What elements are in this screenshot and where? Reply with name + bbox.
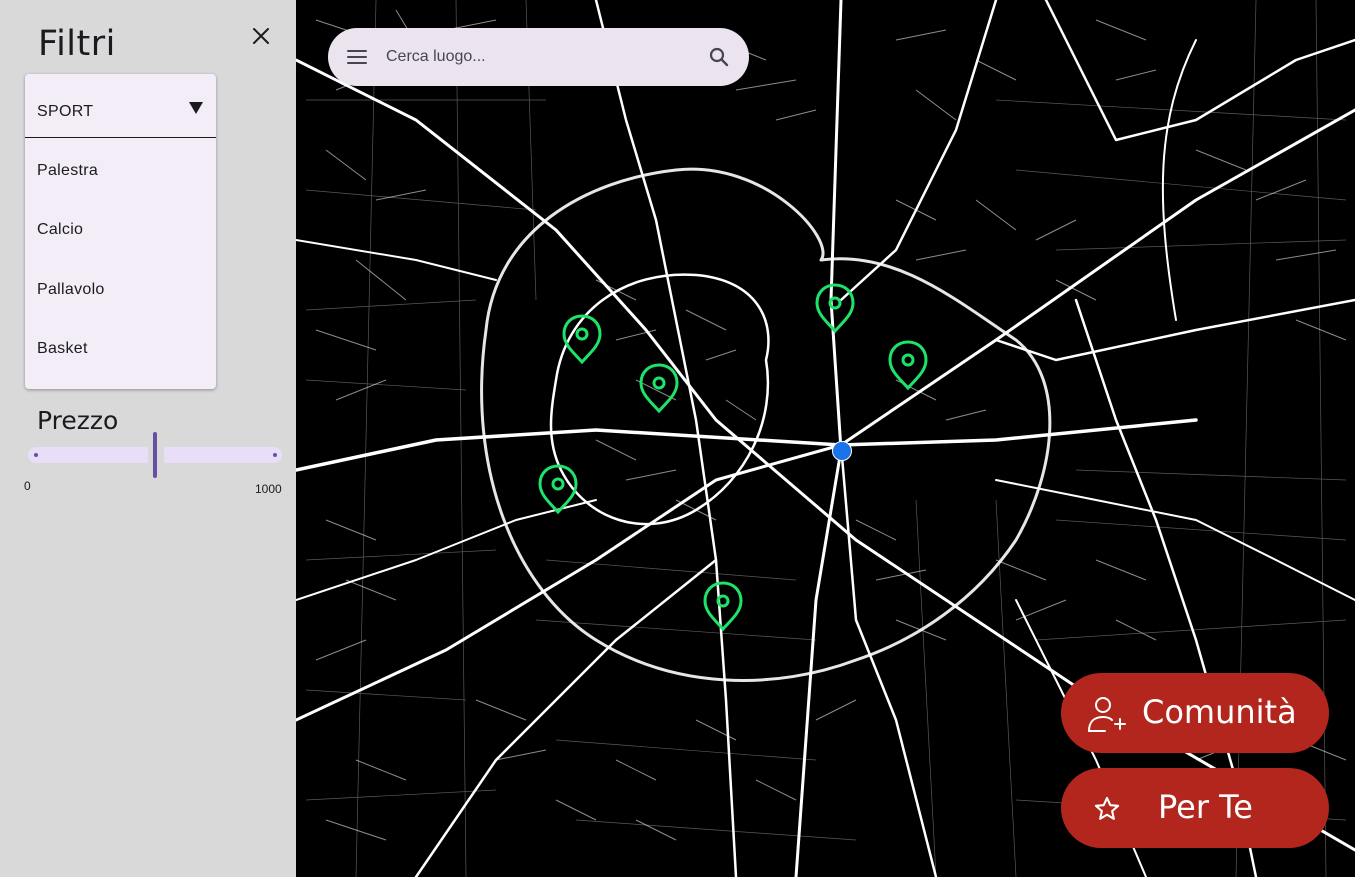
star-icon [1094, 796, 1120, 820]
menu-button[interactable] [345, 45, 369, 69]
slider-thumb[interactable] [153, 432, 157, 478]
price-label: Prezzo [37, 406, 119, 435]
category-option-palestra[interactable]: Palestra [25, 142, 216, 201]
place-pin[interactable] [536, 463, 580, 515]
filters-title: Filtri [38, 24, 116, 64]
slider-track-left [28, 447, 148, 463]
slider-stop-end [273, 453, 277, 457]
place-pin[interactable] [886, 339, 930, 391]
category-option-label: Calcio [37, 221, 84, 238]
price-min-label: 0 [24, 479, 31, 493]
filters-panel: Filtri SPORT Palestra Calcio Pallavolo B… [0, 0, 296, 877]
category-dropdown-menu: SPORT Palestra Calcio Pallavolo Basket [25, 74, 216, 389]
category-selected-value: SPORT [37, 103, 94, 120]
category-option-label: Pallavolo [37, 281, 105, 298]
community-button-label: Comunità [1142, 693, 1297, 731]
category-option-label: Palestra [37, 162, 99, 179]
place-pin[interactable] [637, 362, 681, 414]
map-pin-icon [639, 363, 679, 414]
for-you-button[interactable]: Per Te [1061, 768, 1329, 848]
category-option-basket[interactable]: Basket [25, 320, 216, 379]
search-bar [328, 28, 749, 86]
menu-icon [347, 50, 367, 64]
slider-stop-start [34, 453, 38, 457]
close-button[interactable] [247, 22, 275, 50]
category-option-label: Basket [37, 340, 88, 357]
for-you-button-label: Per Te [1158, 788, 1253, 826]
community-button[interactable]: Comunità [1061, 673, 1329, 753]
search-icon [709, 47, 729, 67]
map-pin-icon [815, 283, 855, 334]
close-icon [253, 28, 269, 44]
search-button[interactable] [707, 45, 731, 69]
add-person-icon [1088, 697, 1126, 732]
map-pin-icon [888, 340, 928, 391]
user-location-dot [832, 441, 852, 461]
place-pin[interactable] [560, 313, 604, 365]
category-option-pallavolo[interactable]: Pallavolo [25, 261, 216, 320]
price-max-label: 1000 [255, 482, 282, 496]
search-input[interactable] [386, 42, 686, 72]
map-pin-icon [538, 464, 578, 515]
map-pin-icon [562, 314, 602, 365]
price-slider[interactable] [28, 432, 282, 478]
place-pin[interactable] [701, 580, 745, 632]
dropdown-arrow-icon [189, 102, 203, 114]
slider-track-right [164, 447, 282, 463]
category-select[interactable]: SPORT [25, 74, 216, 138]
map-pin-icon [703, 581, 743, 632]
category-option-calcio[interactable]: Calcio [25, 201, 216, 260]
place-pin[interactable] [813, 282, 857, 334]
